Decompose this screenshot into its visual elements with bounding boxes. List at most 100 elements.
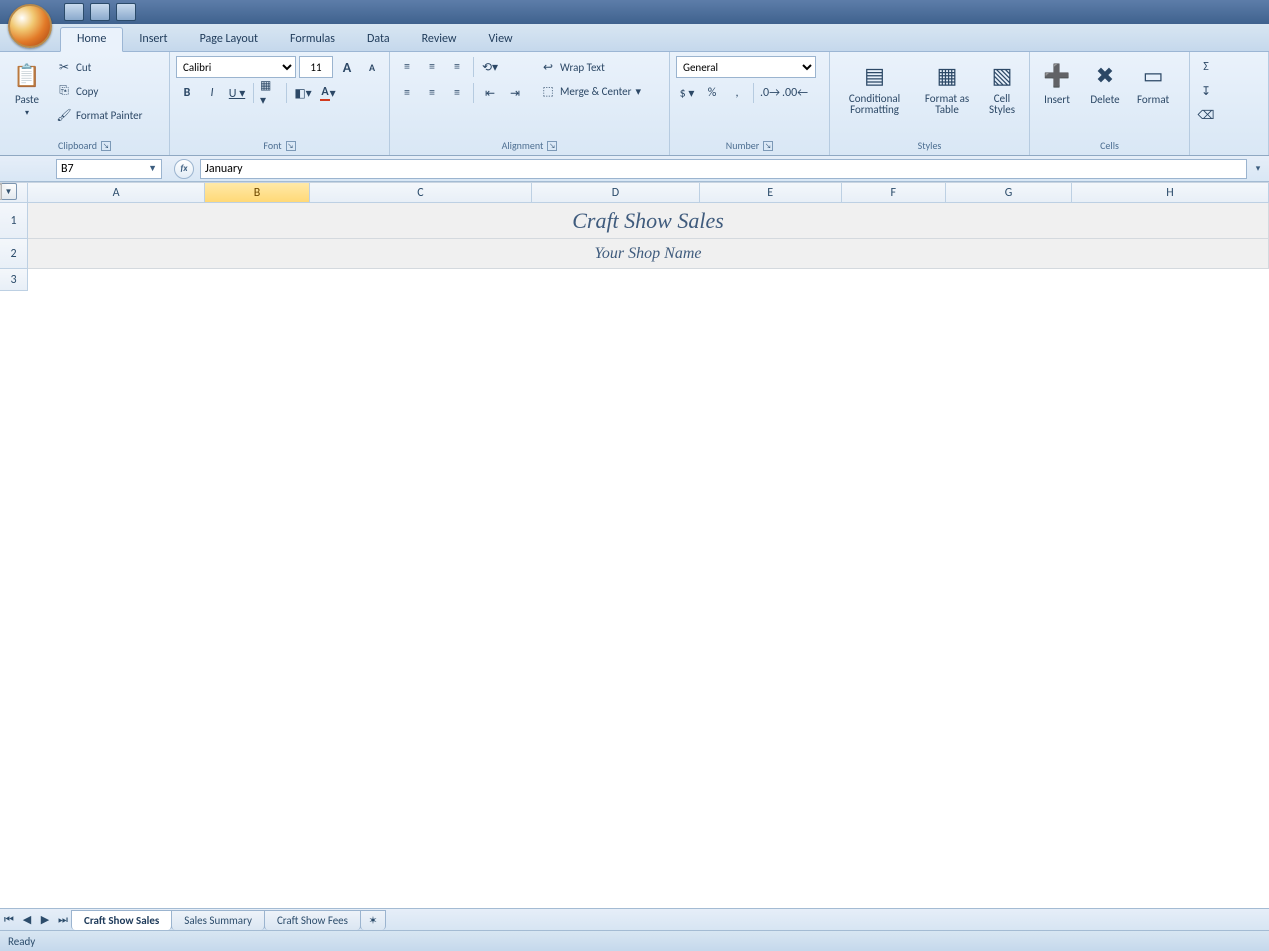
- tab-page-layout[interactable]: Page Layout: [184, 28, 274, 51]
- paste-button[interactable]: 📋 Paste ▾: [6, 56, 48, 121]
- merge-icon: ⬚: [540, 83, 556, 99]
- next-sheet-button[interactable]: ▶: [36, 911, 54, 929]
- formula-input[interactable]: [200, 159, 1247, 179]
- last-sheet-button[interactable]: ⏭: [54, 911, 72, 929]
- fill-button[interactable]: ↧: [1196, 80, 1262, 102]
- cut-button[interactable]: ✂Cut: [54, 56, 144, 78]
- format-icon: ▭: [1137, 59, 1169, 91]
- align-bottom-button[interactable]: ≡: [446, 56, 468, 78]
- column-header-G[interactable]: G: [946, 183, 1072, 203]
- autosum-button[interactable]: Σ: [1196, 56, 1262, 78]
- column-header-D[interactable]: D: [532, 183, 699, 203]
- qat-undo-icon[interactable]: [90, 3, 110, 21]
- tab-review[interactable]: Review: [406, 28, 473, 51]
- sheet-tab-3[interactable]: Craft Show Fees: [264, 910, 361, 930]
- column-header-A[interactable]: A: [28, 183, 205, 203]
- worksheet-grid[interactable]: ABCDEFGH 123 Craft Show SalesYour Shop N…: [0, 182, 1269, 908]
- bold-button[interactable]: B: [176, 82, 198, 104]
- tab-home[interactable]: Home: [60, 27, 123, 52]
- qat-save-icon[interactable]: [64, 3, 84, 21]
- borders-button[interactable]: ▦ ▾: [259, 82, 281, 104]
- paste-icon: 📋: [11, 59, 43, 91]
- format-cells-button[interactable]: ▭Format: [1132, 56, 1174, 109]
- delete-cells-button[interactable]: ✖Delete: [1084, 56, 1126, 109]
- prev-sheet-button[interactable]: ◀: [18, 911, 36, 929]
- alignment-dialog-icon[interactable]: ↘: [547, 141, 557, 151]
- ribbon-tabs: Home Insert Page Layout Formulas Data Re…: [0, 24, 1269, 52]
- group-editing: Σ ↧ ⌫: [1190, 52, 1269, 155]
- align-center-button[interactable]: ≡: [421, 82, 443, 104]
- orientation-button[interactable]: ⟲▾: [479, 56, 501, 78]
- decrease-indent-button[interactable]: ⇤: [479, 82, 501, 104]
- brush-icon: 🖌: [56, 107, 72, 123]
- accounting-button[interactable]: $ ▾: [676, 82, 698, 104]
- font-size-input[interactable]: [299, 56, 333, 78]
- validation-dropdown[interactable]: [0, 183, 2, 185]
- align-middle-button[interactable]: ≡: [421, 56, 443, 78]
- wrap-text-button[interactable]: ↩Wrap Text: [538, 56, 643, 78]
- underline-button[interactable]: U ▾: [226, 82, 248, 104]
- comma-button[interactable]: ,: [726, 82, 748, 104]
- row-header-1[interactable]: 1: [0, 203, 28, 239]
- sheet-tab-1[interactable]: Craft Show Sales: [71, 910, 172, 930]
- column-header-C[interactable]: C: [310, 183, 533, 203]
- increase-decimal-button[interactable]: .0→: [759, 82, 781, 104]
- first-sheet-button[interactable]: ⏮: [0, 911, 18, 929]
- merge-center-button[interactable]: ⬚Merge & Center ▾: [538, 80, 643, 102]
- scissors-icon: ✂: [56, 59, 72, 75]
- font-dialog-icon[interactable]: ↘: [286, 141, 296, 151]
- font-color-button[interactable]: A▾: [317, 82, 339, 104]
- number-format-select[interactable]: General: [676, 56, 816, 78]
- qat-redo-icon[interactable]: [116, 3, 136, 21]
- increase-indent-button[interactable]: ⇥: [504, 82, 526, 104]
- fill-icon: ↧: [1198, 83, 1214, 99]
- column-header-E[interactable]: E: [700, 183, 842, 203]
- fill-color-button[interactable]: ◧▾: [292, 82, 314, 104]
- cell-styles-button[interactable]: ▧Cell Styles: [981, 56, 1023, 118]
- ribbon: 📋 Paste ▾ ✂Cut ⎘Copy 🖌Format Painter Cli…: [0, 52, 1269, 156]
- tab-formulas[interactable]: Formulas: [274, 28, 351, 51]
- shrink-font-button[interactable]: A: [361, 56, 383, 78]
- copy-button[interactable]: ⎘Copy: [54, 80, 144, 102]
- conditional-formatting-button[interactable]: ▤Conditional Formatting: [836, 56, 913, 118]
- cell-dropdown-button[interactable]: ▼: [0, 183, 17, 200]
- styles-icon: ▧: [986, 59, 1018, 91]
- font-name-select[interactable]: Calibri: [176, 56, 296, 78]
- expand-formula-icon[interactable]: ▾: [1247, 163, 1269, 174]
- align-top-button[interactable]: ≡: [396, 56, 418, 78]
- clear-button[interactable]: ⌫: [1196, 104, 1262, 126]
- column-header-H[interactable]: H: [1072, 183, 1269, 203]
- format-painter-button[interactable]: 🖌Format Painter: [54, 104, 144, 126]
- tab-insert[interactable]: Insert: [123, 28, 183, 51]
- name-box[interactable]: B7▼: [56, 159, 162, 179]
- office-button[interactable]: [8, 4, 52, 48]
- grow-font-button[interactable]: A: [336, 56, 358, 78]
- tab-view[interactable]: View: [473, 28, 529, 51]
- group-label-number: Number: [726, 139, 759, 152]
- percent-button[interactable]: %: [701, 82, 723, 104]
- italic-button[interactable]: I: [201, 82, 223, 104]
- align-left-button[interactable]: ≡: [396, 82, 418, 104]
- column-header-F[interactable]: F: [842, 183, 946, 203]
- group-label-alignment: Alignment: [502, 139, 544, 152]
- row-header-2[interactable]: 2: [0, 239, 28, 269]
- format-as-table-button[interactable]: ▦Format as Table: [919, 56, 975, 118]
- clipboard-dialog-icon[interactable]: ↘: [101, 141, 111, 151]
- status-text: Ready: [8, 935, 35, 948]
- insert-icon: ➕: [1041, 59, 1073, 91]
- fx-button[interactable]: fx: [174, 159, 194, 179]
- sheet-tab-2[interactable]: Sales Summary: [171, 910, 265, 930]
- column-header-B[interactable]: B: [205, 183, 309, 203]
- group-number: General $ ▾ % , .0→ .00← Number ↘: [670, 52, 830, 155]
- group-styles: ▤Conditional Formatting ▦Format as Table…: [830, 52, 1030, 155]
- new-sheet-button[interactable]: ✶: [360, 910, 386, 930]
- group-cells: ➕Insert ✖Delete ▭Format Cells: [1030, 52, 1190, 155]
- tab-data[interactable]: Data: [351, 28, 406, 51]
- insert-cells-button[interactable]: ➕Insert: [1036, 56, 1078, 109]
- number-dialog-icon[interactable]: ↘: [763, 141, 773, 151]
- align-right-button[interactable]: ≡: [446, 82, 468, 104]
- decrease-decimal-button[interactable]: .00←: [784, 82, 806, 104]
- title-sub[interactable]: Your Shop Name: [28, 239, 1269, 269]
- title-main[interactable]: Craft Show Sales: [28, 203, 1269, 239]
- row-header-3[interactable]: 3: [0, 269, 28, 291]
